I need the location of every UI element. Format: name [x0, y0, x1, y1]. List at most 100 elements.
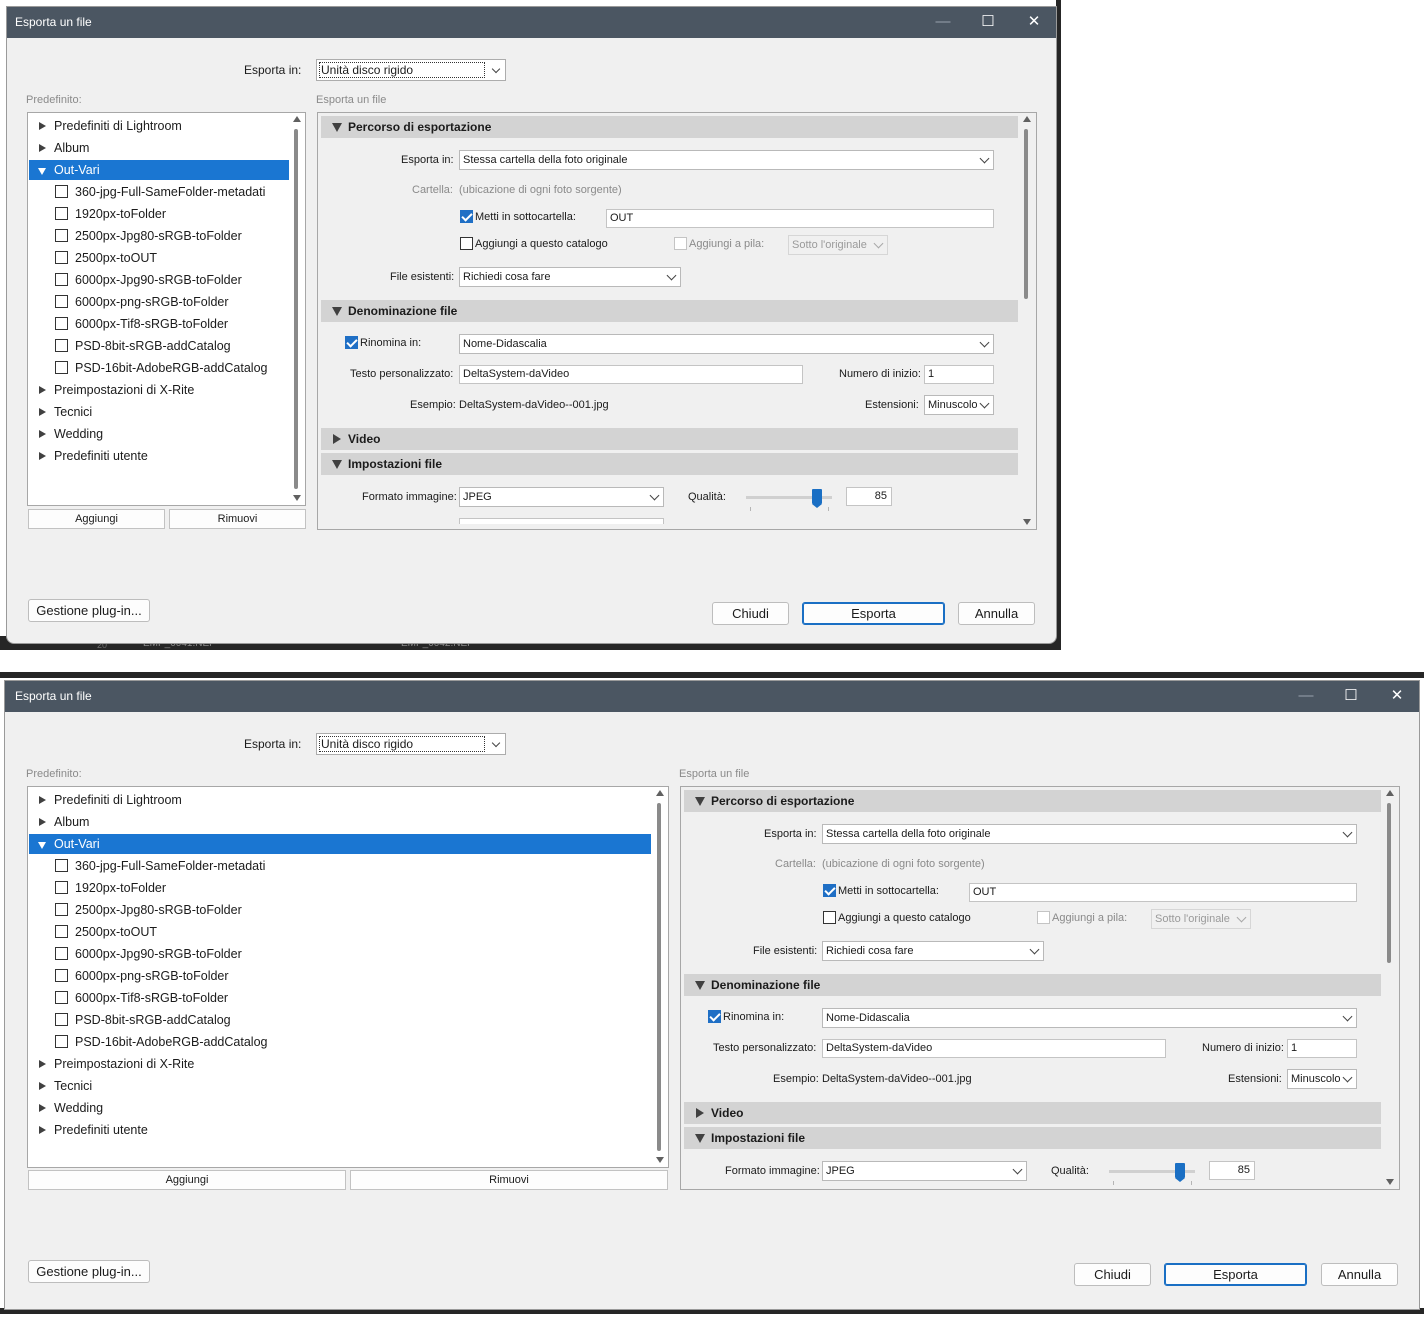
expand-triangle-icon[interactable]: [39, 430, 46, 438]
expand-triangle-icon[interactable]: [39, 796, 46, 804]
add-stack-checkbox[interactable]: [674, 237, 687, 250]
preset-checkbox[interactable]: [55, 229, 68, 242]
expand-triangle-icon[interactable]: [39, 1126, 46, 1134]
rename-checkbox[interactable]: [345, 336, 358, 349]
preset-folder[interactable]: Tecnici: [29, 1076, 651, 1096]
preset-folder[interactable]: Predefiniti utente: [29, 1120, 651, 1140]
export-destination-select[interactable]: Unità disco rigido: [316, 59, 506, 81]
collapse-triangle-icon[interactable]: [38, 842, 46, 849]
preset-checkbox[interactable]: [55, 251, 68, 264]
scroll-thumb[interactable]: [294, 129, 298, 489]
expand-triangle-icon[interactable]: [39, 1104, 46, 1112]
collapse-triangle-icon[interactable]: [38, 168, 46, 175]
cancel-button[interactable]: Annulla: [1321, 1263, 1398, 1286]
section-export-location[interactable]: Percorso di esportazione: [684, 790, 1381, 812]
preset-folder[interactable]: Tecnici: [29, 402, 289, 422]
scroll-down-icon[interactable]: [1386, 1179, 1394, 1185]
quality-field[interactable]: 85: [1209, 1161, 1255, 1180]
remove-preset-button[interactable]: Rimuovi: [350, 1170, 668, 1190]
rename-select[interactable]: Nome-Didascalia: [459, 334, 994, 354]
preset-checkbox[interactable]: [55, 339, 68, 352]
rename-select[interactable]: Nome-Didascalia: [822, 1008, 1357, 1028]
plugin-manager-button[interactable]: Gestione plug-in...: [28, 1260, 150, 1283]
preset-item[interactable]: 2500px-toOUT: [29, 248, 289, 268]
extensions-select[interactable]: Minuscolo: [1287, 1069, 1357, 1089]
close-button[interactable]: Chiudi: [1074, 1263, 1151, 1286]
existing-files-select[interactable]: Richiedi cosa fare: [822, 941, 1044, 961]
section-file-naming[interactable]: Denominazione file: [321, 300, 1018, 322]
preset-scrollbar[interactable]: [653, 787, 667, 1167]
remove-preset-button[interactable]: Rimuovi: [169, 509, 306, 529]
preset-item[interactable]: 2500px-Jpg80-sRGB-toFolder: [29, 226, 289, 246]
scroll-down-icon[interactable]: [1023, 519, 1031, 525]
settings-scrollbar[interactable]: [1020, 113, 1034, 529]
preset-checkbox[interactable]: [55, 925, 68, 938]
section-file-settings[interactable]: Impostazioni file: [684, 1127, 1381, 1149]
preset-checkbox[interactable]: [55, 207, 68, 220]
preset-checkbox[interactable]: [55, 969, 68, 982]
preset-checkbox[interactable]: [55, 361, 68, 374]
scroll-up-icon[interactable]: [1386, 790, 1394, 796]
preset-item[interactable]: 6000px-Jpg90-sRGB-toFolder: [29, 270, 289, 290]
quality-slider-thumb[interactable]: [812, 489, 822, 508]
scroll-up-icon[interactable]: [293, 116, 301, 122]
preset-scrollbar[interactable]: [290, 113, 304, 505]
preset-item[interactable]: 6000px-png-sRGB-toFolder: [29, 966, 651, 986]
add-catalog-checkbox[interactable]: [823, 911, 836, 924]
preset-item[interactable]: PSD-16bit-AdobeRGB-addCatalog: [29, 1032, 651, 1052]
preset-checkbox[interactable]: [55, 295, 68, 308]
extensions-select[interactable]: Minuscolo: [924, 395, 994, 415]
expand-triangle-icon[interactable]: [696, 1108, 704, 1118]
image-format-select[interactable]: JPEG: [822, 1161, 1027, 1181]
quality-field[interactable]: 85: [846, 487, 892, 506]
preset-item[interactable]: 2500px-toOUT: [29, 922, 651, 942]
subfolder-field[interactable]: OUT: [969, 883, 1357, 902]
export-button[interactable]: Esporta: [1164, 1263, 1307, 1286]
preset-item[interactable]: 360-jpg-Full-SameFolder-metadati: [29, 182, 289, 202]
stack-select[interactable]: Sotto l'originale: [1151, 909, 1251, 929]
preset-folder[interactable]: Preimpostazioni di X-Rite: [29, 1054, 651, 1074]
preset-checkbox[interactable]: [55, 273, 68, 286]
export-to-select[interactable]: Stessa cartella della foto originale: [822, 824, 1357, 844]
start-number-field[interactable]: 1: [924, 365, 994, 384]
add-preset-button[interactable]: Aggiungi: [28, 509, 165, 529]
add-preset-button[interactable]: Aggiungi: [28, 1170, 346, 1190]
add-stack-checkbox[interactable]: [1037, 911, 1050, 924]
add-catalog-checkbox[interactable]: [460, 237, 473, 250]
export-button[interactable]: Esporta: [802, 602, 945, 625]
expand-triangle-icon[interactable]: [39, 386, 46, 394]
preset-folder[interactable]: Wedding: [29, 1098, 651, 1118]
start-number-field[interactable]: 1: [1287, 1039, 1357, 1058]
preset-checkbox[interactable]: [55, 903, 68, 916]
preset-list[interactable]: Predefiniti di Lightroom Album Out-Vari …: [27, 112, 306, 506]
plugin-manager-button[interactable]: Gestione plug-in...: [28, 599, 150, 622]
preset-item[interactable]: 1920px-toFolder: [29, 878, 651, 898]
scroll-thumb[interactable]: [657, 803, 661, 1151]
preset-folder[interactable]: Predefiniti di Lightroom: [29, 790, 651, 810]
preset-item[interactable]: 1920px-toFolder: [29, 204, 289, 224]
collapse-triangle-icon[interactable]: [332, 307, 342, 316]
collapse-triangle-icon[interactable]: [695, 981, 705, 990]
scroll-down-icon[interactable]: [656, 1157, 664, 1163]
image-format-select[interactable]: JPEG: [459, 487, 664, 507]
minimize-icon[interactable]: —: [932, 13, 954, 31]
preset-checkbox[interactable]: [55, 947, 68, 960]
preset-folder[interactable]: Album: [29, 812, 651, 832]
preset-folder[interactable]: Predefiniti utente: [29, 446, 289, 466]
preset-folder[interactable]: Wedding: [29, 424, 289, 444]
preset-list[interactable]: Predefiniti di Lightroom Album Out-Vari …: [27, 786, 669, 1168]
preset-item[interactable]: 2500px-Jpg80-sRGB-toFolder: [29, 900, 651, 920]
scroll-up-icon[interactable]: [656, 790, 664, 796]
section-file-settings[interactable]: Impostazioni file: [321, 453, 1018, 475]
subfolder-checkbox[interactable]: [460, 210, 473, 223]
collapse-triangle-icon[interactable]: [332, 460, 342, 469]
preset-folder[interactable]: Album: [29, 138, 289, 158]
cancel-button[interactable]: Annulla: [958, 602, 1035, 625]
expand-triangle-icon[interactable]: [39, 144, 46, 152]
preset-checkbox[interactable]: [55, 317, 68, 330]
scroll-up-icon[interactable]: [1023, 116, 1031, 122]
maximize-icon[interactable]: ☐: [977, 13, 999, 31]
preset-folder[interactable]: Preimpostazioni di X-Rite: [29, 380, 289, 400]
preset-checkbox[interactable]: [55, 859, 68, 872]
preset-item[interactable]: PSD-16bit-AdobeRGB-addCatalog: [29, 358, 289, 378]
